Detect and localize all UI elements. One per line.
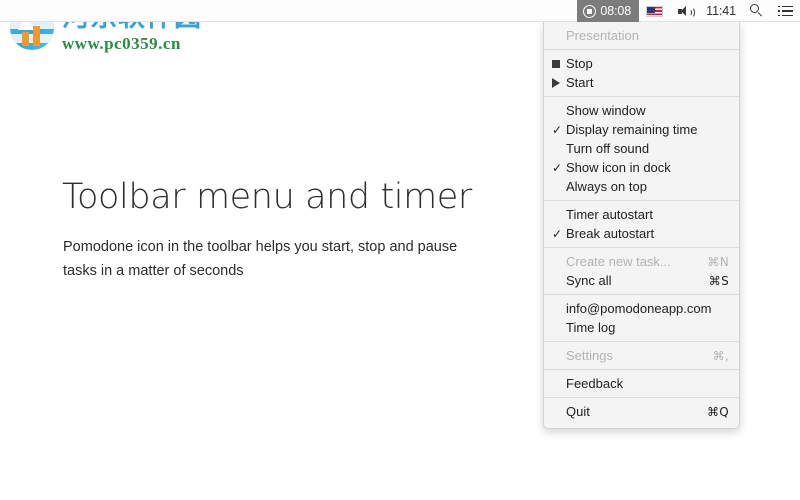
list-menu-icon	[778, 5, 793, 17]
menu-item-label: Quit	[566, 404, 590, 419]
menu-item-settings: Settings ⌘,	[544, 346, 739, 365]
menu-item-label: info@pomodoneapp.com	[566, 301, 712, 316]
pomodone-timer-icon	[583, 4, 597, 18]
pomodone-dropdown-menu: Presentation Stop Start Show window ✓ Display…	[543, 22, 740, 429]
menu-item-show-window[interactable]: Show window	[544, 101, 739, 120]
menu-item-label: Feedback	[566, 376, 624, 391]
menu-item-shortcut: ⌘,	[712, 348, 729, 363]
main-content: Toolbar menu and timer Pomodone icon in …	[62, 176, 492, 284]
menu-group: info@pomodoneapp.com Time log	[544, 294, 739, 341]
menu-group: Show window ✓ Display remaining time Turn o…	[544, 96, 739, 200]
menu-item-always-on-top[interactable]: Always on top	[544, 177, 739, 196]
menu-item-stop[interactable]: Stop	[544, 54, 739, 73]
play-triangle-icon	[552, 77, 566, 88]
menu-item-label: Timer autostart	[566, 207, 653, 222]
menu-item-label: Display remaining time	[566, 122, 698, 137]
menu-item-info-pomodoneapp-com[interactable]: info@pomodoneapp.com	[544, 299, 739, 318]
menubar-item-spotlight[interactable]	[743, 0, 771, 22]
menu-item-label: Stop	[566, 56, 593, 71]
menu-item-presentation: Presentation	[544, 26, 739, 45]
menu-item-label: Start	[566, 75, 594, 90]
menu-item-sync-all[interactable]: Sync all ⌘S	[544, 271, 739, 290]
stop-square-icon	[552, 59, 566, 68]
pomodone-timer-value: 08:08	[600, 4, 632, 18]
menu-item-label: Turn off sound	[566, 141, 650, 156]
menu-item-label: Presentation	[566, 28, 639, 43]
menu-item-label: Sync all	[566, 273, 612, 288]
menu-item-quit[interactable]: Quit ⌘Q	[544, 402, 739, 421]
menu-item-label: Show icon in dock	[566, 160, 671, 175]
menu-item-label: Always on top	[566, 179, 647, 194]
menubar-item-notification-center[interactable]	[771, 0, 800, 22]
menu-group: Create new task... ⌘N Sync all ⌘S	[544, 247, 739, 294]
menu-item-display-remaining-time[interactable]: ✓ Display remaining time	[544, 120, 739, 139]
watermark-url: www.pc0359.cn	[62, 34, 181, 53]
menu-group: Quit ⌘Q	[544, 397, 739, 425]
menu-item-show-icon-in-dock[interactable]: ✓ Show icon in dock	[544, 158, 739, 177]
checkmark-icon: ✓	[552, 160, 563, 175]
menubar-item-clock[interactable]: 11:41	[699, 0, 743, 22]
speaker-icon	[677, 5, 696, 18]
menu-item-shortcut: ⌘Q	[706, 404, 729, 419]
menu-group: Stop Start	[544, 49, 739, 96]
menubar-item-volume[interactable]	[670, 0, 699, 22]
menu-item-timer-autostart[interactable]: Timer autostart	[544, 205, 739, 224]
menu-item-label: Time log	[566, 320, 616, 335]
us-flag-icon	[646, 5, 664, 17]
menu-item-time-log[interactable]: Time log	[544, 318, 739, 337]
page-subtitle: Pomodone icon in the toolbar helps you s…	[63, 239, 458, 279]
menu-group: Feedback	[544, 369, 739, 397]
checkmark-icon: ✓	[552, 122, 563, 137]
menu-group: Settings ⌘,	[544, 341, 739, 369]
menu-item-label: Create new task...	[566, 254, 671, 269]
macos-menubar: 08:08 11:41	[0, 0, 800, 22]
menu-item-feedback[interactable]: Feedback	[544, 374, 739, 393]
checkmark-icon: ✓	[552, 226, 563, 241]
menu-group: Presentation	[544, 22, 739, 49]
menu-item-label: Show window	[566, 103, 646, 118]
menubar-item-language[interactable]	[639, 0, 670, 22]
menubar-item-pomodone[interactable]: 08:08	[577, 0, 640, 22]
menu-item-create-new-task: Create new task... ⌘N	[544, 252, 739, 271]
menu-item-shortcut: ⌘S	[708, 273, 729, 288]
menu-item-turn-off-sound[interactable]: Turn off sound	[544, 139, 739, 158]
menu-group: Timer autostart ✓ Break autostart	[544, 200, 739, 247]
menu-item-label: Settings	[566, 348, 613, 363]
menu-item-start[interactable]: Start	[544, 73, 739, 92]
menu-item-shortcut: ⌘N	[707, 254, 729, 269]
clock-value: 11:41	[706, 4, 736, 18]
search-icon	[750, 4, 764, 18]
menu-item-label: Break autostart	[566, 226, 655, 241]
menu-item-break-autostart[interactable]: ✓ Break autostart	[544, 224, 739, 243]
page-title: Toolbar menu and timer	[62, 177, 472, 217]
